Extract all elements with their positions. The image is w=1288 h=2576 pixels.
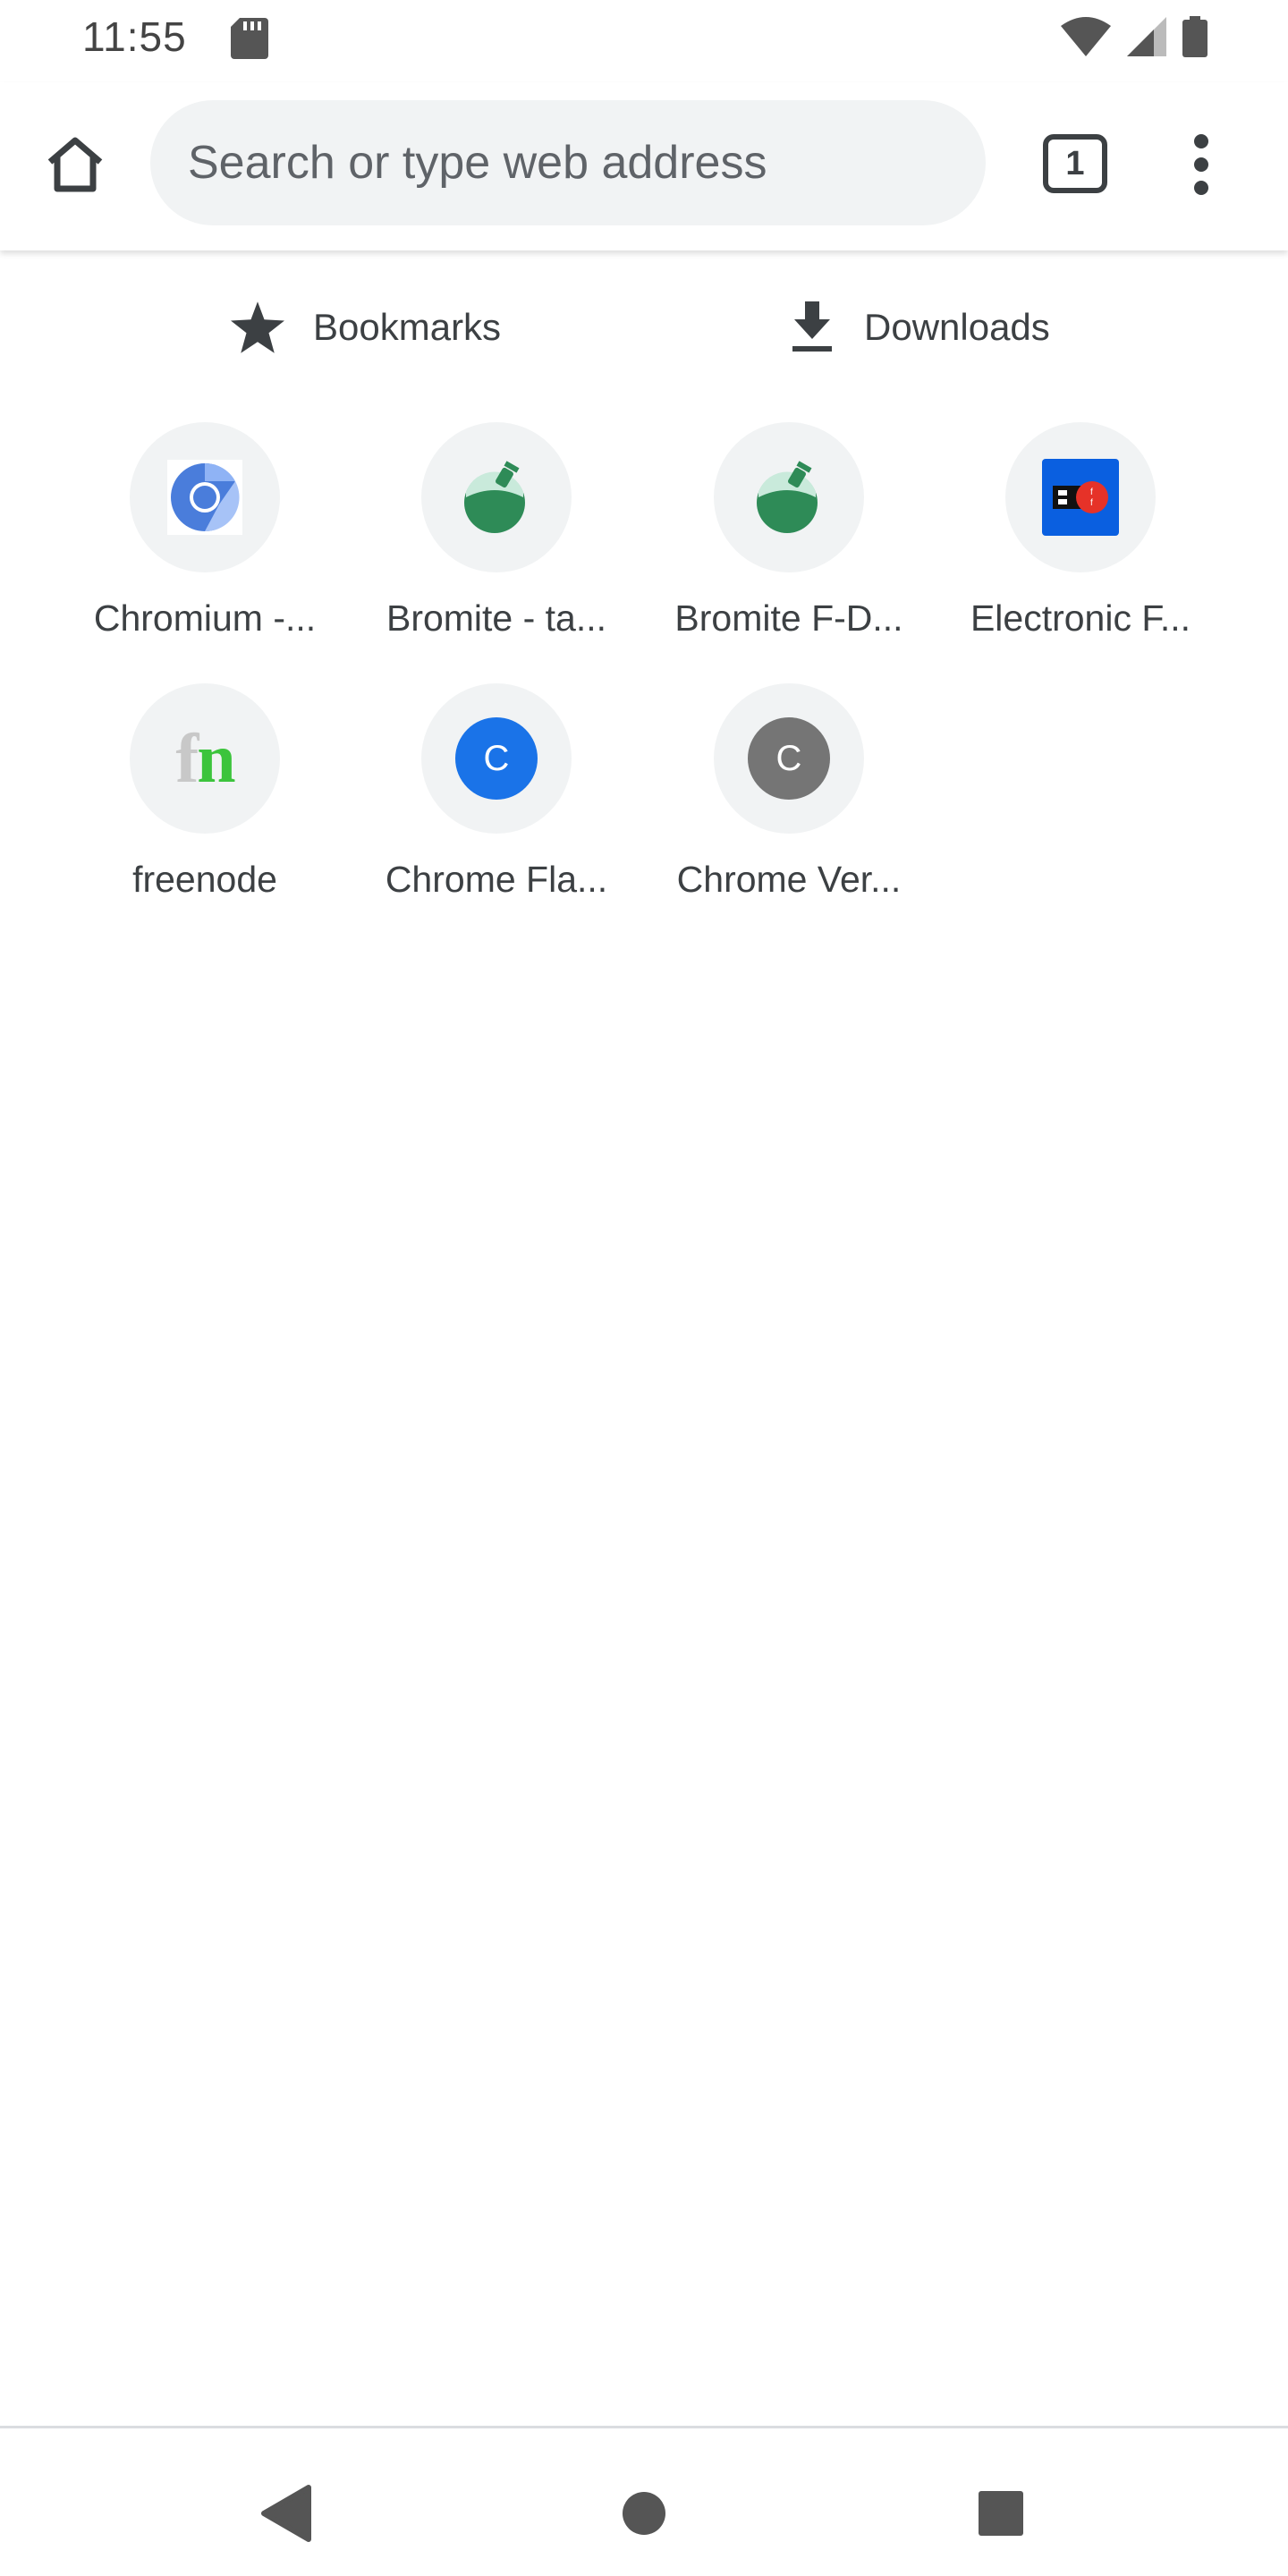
tile-label: Chrome Fla...: [385, 859, 608, 900]
tile-label: Electronic F...: [970, 597, 1191, 639]
tile-label: freenode: [132, 859, 277, 900]
tile-icon-bg: C: [714, 683, 864, 834]
tile-icon-bg: [421, 422, 572, 572]
tile-chrome-flags[interactable]: C Chrome Fla...: [380, 683, 613, 943]
status-icons: [1061, 16, 1208, 62]
tile-icon-bg: [130, 422, 280, 572]
search-input[interactable]: [188, 136, 986, 190]
freenode-icon: fn: [175, 719, 235, 797]
omnibox[interactable]: [150, 100, 986, 225]
tile-label: Chrome Ver...: [676, 859, 902, 900]
svg-text:f: f: [1090, 498, 1093, 508]
letter-icon: C: [748, 717, 830, 800]
download-icon: [792, 301, 832, 352]
bookmarks-label: Bookmarks: [313, 306, 502, 348]
menu-dot: [1194, 181, 1208, 195]
tile-label: Bromite F-D...: [674, 597, 903, 639]
sd-card-icon: [231, 18, 268, 64]
tile-label: Bromite - ta...: [386, 597, 607, 639]
tile-freenode[interactable]: fn freenode: [89, 683, 321, 943]
tab-count: 1: [1065, 144, 1085, 182]
back-icon: [261, 2485, 311, 2542]
tile-eff[interactable]: f f Electronic F...: [964, 422, 1197, 682]
menu-dot: [1194, 134, 1208, 148]
tile-icon-bg: [714, 422, 864, 572]
home-nav-button[interactable]: [604, 2473, 684, 2554]
chromium-icon: [167, 460, 242, 535]
letter-icon: C: [455, 717, 538, 800]
letter-icon-text: C: [775, 738, 802, 778]
home-icon: [47, 137, 103, 192]
downloads-label: Downloads: [864, 306, 1050, 348]
tile-icon-bg: f f: [1005, 422, 1156, 572]
tile-bromite-tags[interactable]: Bromite - ta...: [380, 422, 613, 682]
tab-switcher-button[interactable]: 1: [1043, 134, 1107, 193]
star-icon: [231, 301, 284, 353]
home-circle-icon: [623, 2492, 665, 2535]
system-nav-bar: [0, 2426, 1288, 2576]
cell-signal-icon: [1127, 17, 1166, 61]
home-button[interactable]: [39, 129, 111, 200]
status-bar: 11:55: [0, 0, 1288, 77]
tile-chrome-version[interactable]: C Chrome Ver...: [673, 683, 905, 943]
letter-icon-text: C: [483, 738, 510, 778]
overflow-menu-button[interactable]: [1179, 129, 1224, 200]
battery-icon: [1182, 16, 1208, 62]
menu-dot: [1194, 157, 1208, 172]
wifi-icon: [1061, 17, 1111, 61]
bromite-icon: [757, 461, 818, 533]
tile-icon-bg: fn: [130, 683, 280, 834]
bookmarks-link[interactable]: Bookmarks: [231, 292, 501, 363]
tile-bromite-fdroid[interactable]: Bromite F-D...: [673, 422, 905, 682]
svg-text:f: f: [1090, 487, 1093, 497]
bromite-icon: [464, 461, 525, 533]
recents-button[interactable]: [961, 2473, 1041, 2554]
recents-icon: [979, 2491, 1023, 2536]
tile-icon-bg: C: [421, 683, 572, 834]
downloads-link[interactable]: Downloads: [789, 292, 1050, 363]
status-time: 11:55: [82, 13, 187, 60]
screen: 11:55 1: [0, 0, 1288, 2576]
tile-chromium[interactable]: Chromium -...: [89, 422, 321, 682]
tile-label: Chromium -...: [93, 597, 317, 639]
browser-toolbar: 1: [0, 82, 1288, 250]
back-button[interactable]: [245, 2473, 326, 2554]
eff-icon: f f: [1042, 459, 1119, 536]
